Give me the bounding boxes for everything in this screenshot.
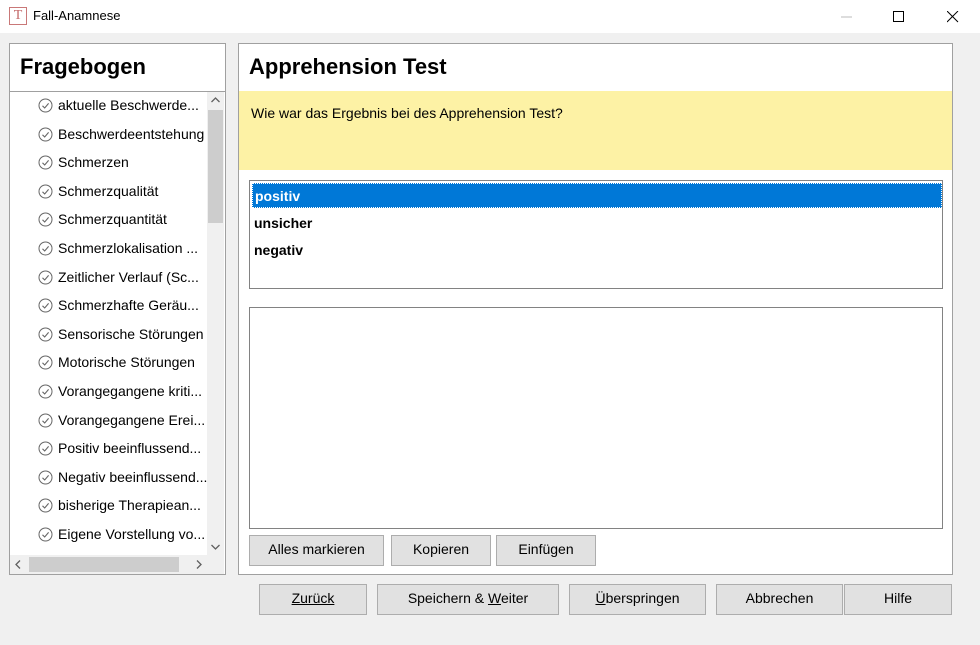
questionnaire-item-label: Eigene Vorstellung vo...: [58, 526, 206, 542]
horizontal-scrollbar[interactable]: [10, 555, 207, 574]
skip-mnemonic: Ü: [595, 590, 606, 606]
back-label: Zurück: [291, 590, 335, 606]
skip-label: berspringen: [605, 590, 680, 606]
minimize-button[interactable]: [824, 0, 870, 33]
questionnaire-item-label: Schmerzen: [58, 154, 129, 171]
notes-textarea[interactable]: [249, 307, 943, 529]
questionnaire-item-label: Schmerzhafte Geräu...: [58, 297, 199, 314]
question-panel: Apprehension Test Wie war das Ergebnis b…: [238, 43, 953, 575]
questionnaire-item-label: Vorangegangene Erei...: [58, 411, 206, 428]
save-next-label-c: eiter: [500, 590, 529, 606]
skip-button[interactable]: Überspringen: [569, 584, 706, 615]
check-circle-icon: [38, 384, 53, 399]
scroll-right-button[interactable]: [190, 555, 207, 574]
questionnaire-item-label: Schmerzqualität: [58, 182, 159, 199]
questionnaire-item-label: aktuelle Beschwerde...: [58, 97, 199, 113]
questionnaire-item-label: Motorische Störungen: [58, 354, 195, 371]
scroll-down-button[interactable]: [207, 538, 224, 555]
check-circle-icon: [38, 127, 53, 142]
answer-option[interactable]: unsicher: [252, 211, 942, 236]
select-all-button[interactable]: Alles markieren: [249, 535, 384, 566]
title-bar: T Fall-Anamnese: [0, 0, 980, 33]
save-next-mnemonic: W: [487, 590, 501, 606]
questionnaire-item-label: bisherige Therapiean...: [58, 497, 201, 514]
save-next-button[interactable]: Speichern & Weiter: [377, 584, 559, 615]
check-circle-icon: [38, 155, 53, 170]
app-icon: T: [9, 7, 27, 25]
check-circle-icon: [38, 355, 53, 370]
question-text: Wie war das Ergebnis bei des Apprehensio…: [251, 105, 563, 121]
chevron-up-icon: [211, 97, 220, 103]
check-circle-icon: [38, 298, 53, 313]
check-circle-icon: [38, 498, 53, 513]
check-circle-icon: [38, 184, 53, 199]
questionnaire-item[interactable]: Schmerzquantität: [10, 206, 207, 234]
close-button[interactable]: [930, 0, 976, 33]
back-button[interactable]: Zurück: [259, 584, 367, 615]
maximize-icon: [893, 11, 904, 22]
questionnaire-item[interactable]: bisherige Therapiean...: [10, 492, 207, 520]
answer-option[interactable]: positiv: [252, 183, 942, 208]
scrollbar-corner: [207, 555, 224, 574]
questionnaire-item-label: Schmerzquantität: [58, 211, 167, 228]
questionnaire-item[interactable]: Zeitlicher Verlauf (Sc...: [10, 264, 207, 292]
question-title: Apprehension Test: [249, 54, 447, 79]
vertical-scrollbar[interactable]: [207, 92, 224, 555]
check-circle-icon: [38, 470, 53, 485]
questionnaire-title: Fragebogen: [20, 54, 146, 79]
questionnaire-item-label: Schmerzlokalisation ...: [58, 240, 199, 256]
questionnaire-item[interactable]: Vorangegangene kriti...: [10, 378, 207, 406]
hscroll-thumb[interactable]: [29, 557, 179, 572]
questionnaire-item-label: Negativ beeinflussend...: [58, 468, 207, 485]
questionnaire-tree: aktuelle Beschwerde... Beschwerdeentstehu…: [10, 92, 207, 555]
questionnaire-panel: Fragebogen aktuelle Beschwerde... Beschwe…: [9, 43, 226, 575]
questionnaire-item[interactable]: aktuelle Beschwerde...: [10, 92, 207, 120]
questionnaire-item-label: Sensorische Störungen: [58, 325, 204, 342]
check-circle-icon: [38, 98, 53, 113]
scroll-thumb[interactable]: [208, 110, 223, 223]
copy-button[interactable]: Kopieren: [391, 535, 491, 566]
questionnaire-item[interactable]: Beschwerdeentstehung: [10, 121, 207, 149]
paste-button[interactable]: Einfügen: [496, 535, 596, 566]
check-circle-icon: [38, 327, 53, 342]
check-circle-icon: [38, 527, 53, 542]
questionnaire-item[interactable]: Sensorische Störungen: [10, 321, 207, 349]
questionnaire-item-label: Vorangegangene kriti...: [58, 383, 202, 399]
questionnaire-item[interactable]: Positiv beeinflussend...: [10, 435, 207, 463]
questionnaire-item-label: Positiv beeinflussend...: [58, 440, 202, 457]
questionnaire-item[interactable]: Vorangegangene Erei...: [10, 407, 207, 435]
questionnaire-item-label: Beschwerdeentstehung: [58, 125, 205, 142]
chevron-down-icon: [211, 544, 220, 550]
questionnaire-item-label: Zeitlicher Verlauf (Sc...: [58, 268, 199, 285]
questionnaire-item[interactable]: Eigene Vorstellung vo...: [10, 521, 207, 549]
check-circle-icon: [38, 270, 53, 285]
answer-options-list[interactable]: positiv unsicher negativ: [249, 180, 943, 289]
check-circle-icon: [38, 241, 53, 256]
answer-option[interactable]: negativ: [252, 238, 942, 263]
question-box: Wie war das Ergebnis bei des Apprehensio…: [239, 91, 952, 170]
close-icon: [947, 11, 959, 23]
check-circle-icon: [38, 212, 53, 227]
questionnaire-item[interactable]: Schmerzqualität: [10, 178, 207, 206]
check-circle-icon: [38, 441, 53, 456]
scroll-left-button[interactable]: [10, 555, 27, 574]
questionnaire-item[interactable]: Schmerzen: [10, 149, 207, 177]
app-icon-letter: T: [13, 8, 23, 23]
minimize-icon: [841, 16, 852, 18]
save-next-label-a: Speichern &: [407, 590, 488, 606]
check-circle-icon: [38, 413, 53, 428]
maximize-button[interactable]: [876, 0, 922, 33]
window-title: Fall-Anamnese: [33, 8, 121, 23]
questionnaire-item[interactable]: Negativ beeinflussend...: [10, 464, 207, 492]
chevron-right-icon: [196, 560, 202, 569]
scroll-up-button[interactable]: [207, 92, 224, 109]
chevron-left-icon: [15, 560, 21, 569]
help-button[interactable]: Hilfe: [844, 584, 952, 615]
questionnaire-item[interactable]: Motorische Störungen: [10, 349, 207, 377]
questionnaire-item[interactable]: Schmerzlokalisation ...: [10, 235, 207, 263]
questionnaire-item[interactable]: Schmerzhafte Geräu...: [10, 292, 207, 320]
cancel-button[interactable]: Abbrechen: [716, 584, 843, 615]
